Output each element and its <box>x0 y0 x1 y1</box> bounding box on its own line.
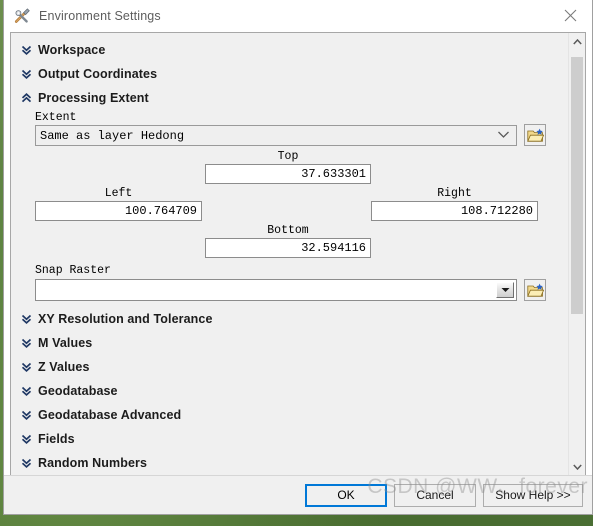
extent-right-label: Right <box>437 187 472 200</box>
chevron-down-icon <box>20 408 33 422</box>
section-fields[interactable]: Fields <box>11 427 568 451</box>
section-label: Geodatabase Advanced <box>38 408 182 422</box>
section-label: Random Numbers <box>38 456 148 470</box>
snap-raster-browse-button[interactable] <box>524 279 546 301</box>
chevron-down-icon <box>20 456 33 470</box>
show-help-button[interactable]: Show Help >> <box>483 483 583 507</box>
section-z-values[interactable]: Z Values <box>11 355 568 379</box>
environment-settings-dialog: Environment Settings Workspace Output Co… <box>3 0 593 515</box>
scrollbar-thumb[interactable] <box>571 57 583 314</box>
section-label: Processing Extent <box>38 91 149 105</box>
snap-raster-combo[interactable] <box>35 279 517 301</box>
chevron-down-icon <box>497 129 510 143</box>
section-label: Workspace <box>38 43 106 57</box>
chevron-down-icon <box>20 312 33 326</box>
extent-select[interactable]: Same as layer Hedong <box>35 125 517 146</box>
extent-left-cell: Left 100.764709 <box>35 187 202 221</box>
extent-top-cell: Top 37.633301 <box>205 150 371 184</box>
extent-browse-button[interactable] <box>524 124 546 146</box>
section-processing-extent[interactable]: Processing Extent <box>11 86 568 110</box>
scroll-down-button[interactable] <box>569 458 585 475</box>
chevron-down-icon <box>20 67 33 81</box>
chevron-down-icon <box>20 336 33 350</box>
extent-label: Extent <box>35 111 77 124</box>
section-label: Fields <box>38 432 75 446</box>
ok-button[interactable]: OK <box>305 483 387 507</box>
extent-coordinate-grid: Top 37.633301 Left 100.764709 Right 108.… <box>11 150 568 258</box>
scroll-up-button[interactable] <box>569 33 585 50</box>
collapsed-sections-list: XY Resolution and Tolerance M Values Z V… <box>11 307 568 475</box>
extent-row: Extent Same as layer Hedong <box>11 111 568 146</box>
chevron-up-icon <box>20 91 33 105</box>
extent-selected-value: Same as layer Hedong <box>40 128 185 143</box>
chevron-down-icon <box>20 384 33 398</box>
extent-combo-wrap: Extent Same as layer Hedong <box>35 111 517 146</box>
extent-right-input[interactable]: 108.712280 <box>371 201 538 221</box>
snap-raster-group: Snap Raster <box>11 260 568 301</box>
section-workspace[interactable]: Workspace <box>11 38 568 62</box>
section-label: Z Values <box>38 360 90 374</box>
chevron-down-icon <box>20 432 33 446</box>
extent-right-cell: Right 108.712280 <box>371 187 538 221</box>
cancel-button[interactable]: Cancel <box>394 483 476 507</box>
section-xy-resolution-and-tolerance[interactable]: XY Resolution and Tolerance <box>11 307 568 331</box>
extent-left-input[interactable]: 100.764709 <box>35 201 202 221</box>
section-random-numbers[interactable]: Random Numbers <box>11 451 568 475</box>
title-bar: Environment Settings <box>4 0 592 32</box>
snap-raster-label: Snap Raster <box>35 264 111 277</box>
section-geodatabase-advanced[interactable]: Geodatabase Advanced <box>11 403 568 427</box>
window-title: Environment Settings <box>39 8 161 23</box>
dropdown-arrow-icon[interactable] <box>496 282 514 298</box>
dialog-button-bar: OK Cancel Show Help >> CSDN @WW、forever <box>4 475 592 514</box>
chevron-down-icon <box>20 360 33 374</box>
extent-bottom-label: Bottom <box>267 224 309 237</box>
tools-hammer-wrench-icon <box>13 7 31 25</box>
settings-content: Workspace Output Coordinates Processing … <box>11 33 568 475</box>
section-label: Geodatabase <box>38 384 118 398</box>
extent-bottom-cell: Bottom 32.594116 <box>205 224 371 258</box>
section-label: Output Coordinates <box>38 67 158 81</box>
settings-scroll-area: Workspace Output Coordinates Processing … <box>10 32 586 475</box>
section-geodatabase[interactable]: Geodatabase <box>11 379 568 403</box>
extent-bottom-input[interactable]: 32.594116 <box>205 238 371 258</box>
section-label: XY Resolution and Tolerance <box>38 312 213 326</box>
processing-extent-panel: Extent Same as layer Hedong Top 37.63330… <box>11 111 568 301</box>
section-label: M Values <box>38 336 93 350</box>
extent-top-label: Top <box>277 150 299 163</box>
extent-left-label: Left <box>104 187 133 200</box>
vertical-scrollbar[interactable] <box>568 33 585 475</box>
snap-raster-row <box>35 279 568 301</box>
snap-raster-value <box>36 280 496 300</box>
extent-top-input[interactable]: 37.633301 <box>205 164 371 184</box>
close-icon[interactable] <box>548 0 592 31</box>
section-m-values[interactable]: M Values <box>11 331 568 355</box>
section-output-coordinates[interactable]: Output Coordinates <box>11 62 568 86</box>
chevron-down-icon <box>20 43 33 57</box>
